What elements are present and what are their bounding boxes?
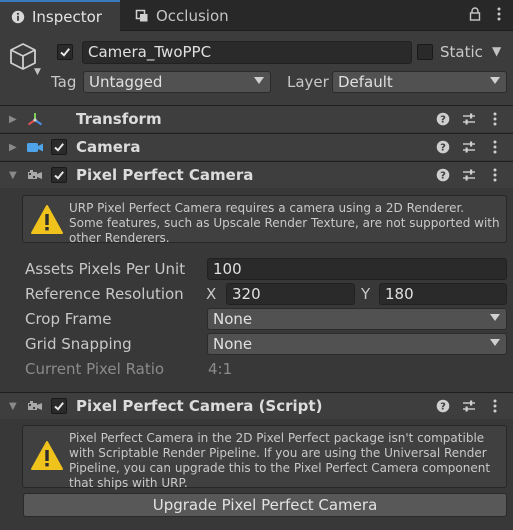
- upgrade-pixel-perfect-camera-button[interactable]: Upgrade Pixel Perfect Camera: [23, 493, 507, 517]
- lock-icon[interactable]: [469, 6, 481, 25]
- occlusion-icon: [134, 8, 150, 24]
- chevron-down-icon: [490, 314, 500, 321]
- pixel-perfect-camera-icon: [26, 167, 44, 183]
- ppc-script-warning-box: Pixel Perfect Camera in the 2D Pixel Per…: [22, 425, 507, 490]
- crop-frame-dropdown[interactable]: None: [207, 308, 507, 330]
- camera-enabled-checkbox[interactable]: [51, 139, 67, 155]
- grid-snapping-value: None: [213, 335, 253, 353]
- help-icon[interactable]: ?: [435, 139, 451, 155]
- pixel-perfect-camera-icon: [26, 398, 44, 414]
- foldout-expanded-icon[interactable]: ▼: [9, 170, 17, 181]
- ref-res-y-field[interactable]: 180: [379, 283, 507, 305]
- icon-dropdown-caret-icon[interactable]: ▼: [34, 67, 41, 77]
- layer-label: Layer: [287, 73, 329, 91]
- current-pixel-ratio-label: Current Pixel Ratio: [25, 360, 165, 378]
- context-menu-icon[interactable]: [487, 167, 503, 183]
- ppc-script-enabled-checkbox[interactable]: [51, 398, 67, 414]
- component-title-ppc-script: Pixel Perfect Camera (Script): [76, 397, 323, 415]
- layer-dropdown[interactable]: Default: [332, 71, 507, 93]
- gameobject-header: ▼ Camera_TwoPPC Static ▼ Tag Layer: [0, 31, 513, 106]
- preset-icon[interactable]: [461, 139, 477, 155]
- static-checkbox[interactable]: [417, 44, 433, 60]
- active-checkbox[interactable]: [57, 44, 73, 60]
- foldout-collapsed-icon[interactable]: ▶: [9, 114, 17, 125]
- chevron-down-icon: [490, 339, 500, 346]
- ref-res-x-label: X: [206, 285, 217, 303]
- ppc-script-warning-text: Pixel Perfect Camera in the 2D Pixel Per…: [69, 431, 491, 490]
- help-icon[interactable]: ?: [435, 398, 451, 414]
- camera-icon: [26, 139, 44, 155]
- component-header-pixel-perfect-camera[interactable]: ▼ Pixel Perfect Camera ?: [0, 161, 513, 188]
- tag-value: Untagged: [89, 73, 163, 91]
- chevron-down-icon: [490, 77, 500, 84]
- crop-frame-label: Crop Frame: [25, 310, 112, 328]
- component-title-pixel-perfect-camera: Pixel Perfect Camera: [76, 166, 254, 184]
- svg-text:?: ?: [440, 143, 446, 154]
- tab-inspector[interactable]: Inspector: [0, 0, 120, 31]
- foldout-expanded-icon[interactable]: ▼: [9, 401, 17, 412]
- ppc-warning-text: URP Pixel Perfect Camera requires a came…: [69, 201, 500, 245]
- svg-text:?: ?: [440, 171, 446, 182]
- crop-frame-value: None: [213, 310, 253, 328]
- grid-snapping-dropdown[interactable]: None: [207, 333, 507, 355]
- preset-icon[interactable]: [461, 167, 477, 183]
- object-name-field[interactable]: Camera_TwoPPC: [82, 41, 412, 64]
- tab-occlusion-label: Occlusion: [156, 6, 229, 25]
- component-title-camera: Camera: [76, 138, 141, 156]
- info-icon: [10, 9, 26, 25]
- static-label: Static: [440, 43, 483, 61]
- component-header-transform[interactable]: ▶ Transform ?: [0, 105, 513, 132]
- warning-icon: [30, 204, 64, 238]
- kebab-menu-icon[interactable]: [497, 7, 501, 25]
- transform-icon: [26, 111, 44, 127]
- assets-ppu-label: Assets Pixels Per Unit: [25, 260, 186, 278]
- tag-dropdown[interactable]: Untagged: [83, 71, 271, 93]
- ppc-body: URP Pixel Perfect Camera requires a came…: [0, 189, 513, 392]
- preset-icon[interactable]: [461, 111, 477, 127]
- svg-text:?: ?: [440, 402, 446, 413]
- warning-icon: [30, 440, 64, 474]
- ref-res-x-field[interactable]: 320: [226, 283, 355, 305]
- tag-label: Tag: [51, 73, 77, 91]
- current-pixel-ratio-value: 4:1: [208, 360, 233, 378]
- foldout-collapsed-icon[interactable]: ▶: [9, 142, 17, 153]
- assets-ppu-field[interactable]: 100: [207, 258, 507, 280]
- reference-resolution-label: Reference Resolution: [25, 285, 184, 303]
- help-icon[interactable]: ?: [435, 111, 451, 127]
- tab-bar: Inspector Occlusion: [0, 0, 513, 31]
- ref-res-y-label: Y: [361, 285, 371, 303]
- layer-value: Default: [338, 73, 393, 91]
- svg-text:?: ?: [440, 115, 446, 126]
- context-menu-icon[interactable]: [487, 139, 503, 155]
- static-dropdown-caret-icon[interactable]: ▼: [492, 44, 501, 58]
- tab-occlusion[interactable]: Occlusion: [124, 0, 284, 31]
- component-title-transform: Transform: [76, 110, 162, 128]
- component-header-ppc-script[interactable]: ▼ Pixel Perfect Camera (Script) ?: [0, 392, 513, 419]
- grid-snapping-label: Grid Snapping: [25, 335, 132, 353]
- chevron-down-icon: [254, 77, 264, 84]
- help-icon[interactable]: ?: [435, 167, 451, 183]
- ppc-enabled-checkbox[interactable]: [51, 167, 67, 183]
- context-menu-icon[interactable]: [487, 398, 503, 414]
- ppc-script-body: Pixel Perfect Camera in the 2D Pixel Per…: [0, 420, 513, 530]
- component-header-camera[interactable]: ▶ Camera ?: [0, 133, 513, 160]
- ppc-warning-box: URP Pixel Perfect Camera requires a came…: [22, 195, 507, 245]
- tab-inspector-label: Inspector: [32, 7, 102, 26]
- context-menu-icon[interactable]: [487, 111, 503, 127]
- preset-icon[interactable]: [461, 398, 477, 414]
